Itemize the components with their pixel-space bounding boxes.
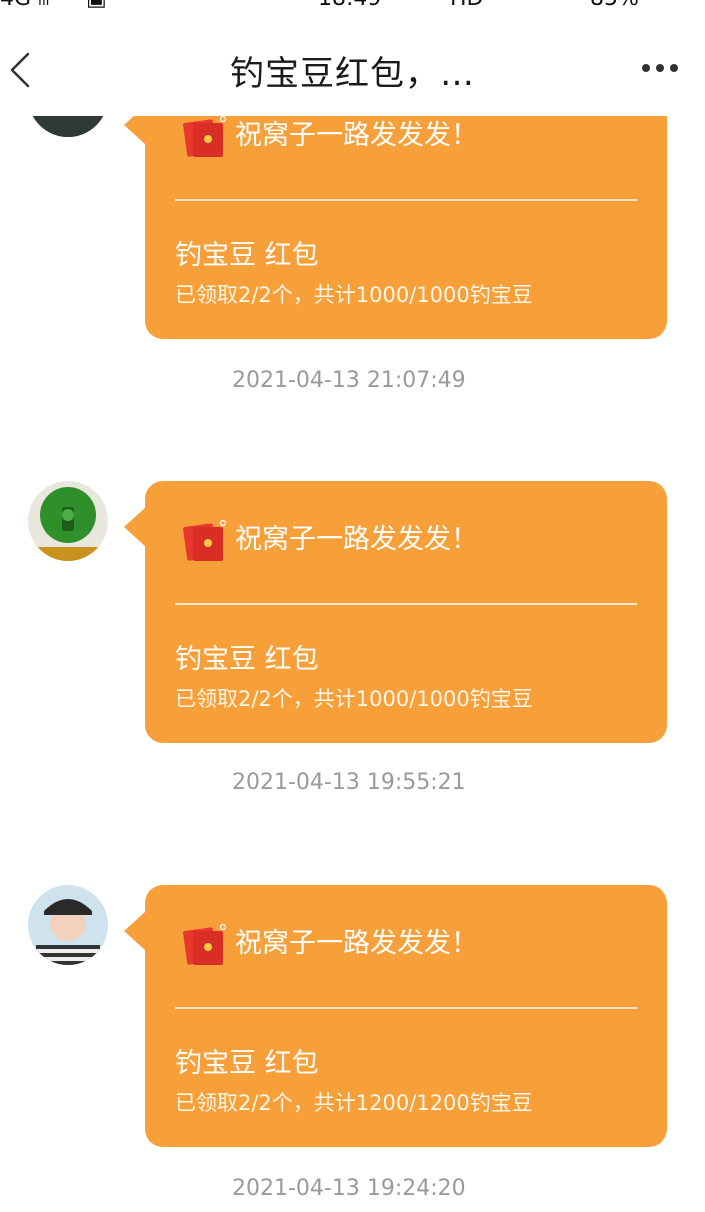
divider: [175, 199, 637, 201]
red-packet-card[interactable]: 祝窝子一路发发发！ 钓宝豆 红包 已领取2/2个，共计1000/1000钓宝豆: [145, 77, 667, 339]
message-row: 祝窝子一路发发发！ 钓宝豆 红包 已领取2/2个，共计1000/1000钓宝豆 …: [0, 481, 705, 811]
message-row: 祝窝子一路发发发！ 钓宝豆 红包 已领取2/2个，共计1200/1200钓宝豆 …: [0, 885, 705, 1212]
red-packet-status: 已领取2/2个，共计1000/1000钓宝豆: [175, 687, 533, 711]
timestamp: 2021-04-13 19:55:21: [232, 770, 466, 795]
red-packet-title: 钓宝豆 红包: [175, 644, 319, 675]
status-bar: 4G ᵢₗₗ ▣ 18:49 HD 85%: [0, 0, 705, 12]
battery-percent: 85%: [590, 0, 639, 11]
clock: 18:49: [318, 0, 381, 11]
divider: [175, 1007, 637, 1009]
page-title: 钓宝豆红包，…: [230, 54, 475, 94]
notification-icon: ▣: [86, 0, 107, 11]
red-packet-status: 已领取2/2个，共计1000/1000钓宝豆: [175, 283, 533, 307]
avatar[interactable]: [28, 885, 108, 965]
avatar[interactable]: [28, 481, 108, 561]
timestamp: 2021-04-13 21:07:49: [232, 368, 466, 393]
red-packet-icon: [183, 923, 227, 965]
divider: [175, 603, 637, 605]
chat-screen: 4G ᵢₗₗ ▣ 18:49 HD 85% 钓宝豆红包，…: [0, 0, 705, 1212]
red-packet-icon: [183, 115, 227, 157]
red-packet-card[interactable]: 祝窝子一路发发发！ 钓宝豆 红包 已领取2/2个，共计1000/1000钓宝豆: [145, 481, 667, 743]
red-packet-title: 钓宝豆 红包: [175, 240, 319, 271]
greeting-text: 祝窝子一路发发发！: [235, 524, 478, 555]
more-icon[interactable]: [640, 60, 680, 76]
red-packet-status: 已领取2/2个，共计1200/1200钓宝豆: [175, 1091, 533, 1115]
timestamp: 2021-04-13 19:24:20: [232, 1176, 466, 1201]
message-row: 祝窝子一路发发发！ 钓宝豆 红包 已领取2/2个，共计1000/1000钓宝豆 …: [0, 57, 705, 407]
greeting-text: 祝窝子一路发发发！: [235, 928, 478, 959]
network-indicator: HD: [450, 0, 483, 11]
nav-bar: 钓宝豆红包，…: [0, 20, 705, 116]
greeting-text: 祝窝子一路发发发！: [235, 120, 478, 151]
red-packet-title: 钓宝豆 红包: [175, 1048, 319, 1079]
red-packet-card[interactable]: 祝窝子一路发发发！ 钓宝豆 红包 已领取2/2个，共计1200/1200钓宝豆: [145, 885, 667, 1147]
red-packet-icon: [183, 519, 227, 561]
signal-indicator: 4G ᵢₗₗ: [0, 0, 49, 11]
